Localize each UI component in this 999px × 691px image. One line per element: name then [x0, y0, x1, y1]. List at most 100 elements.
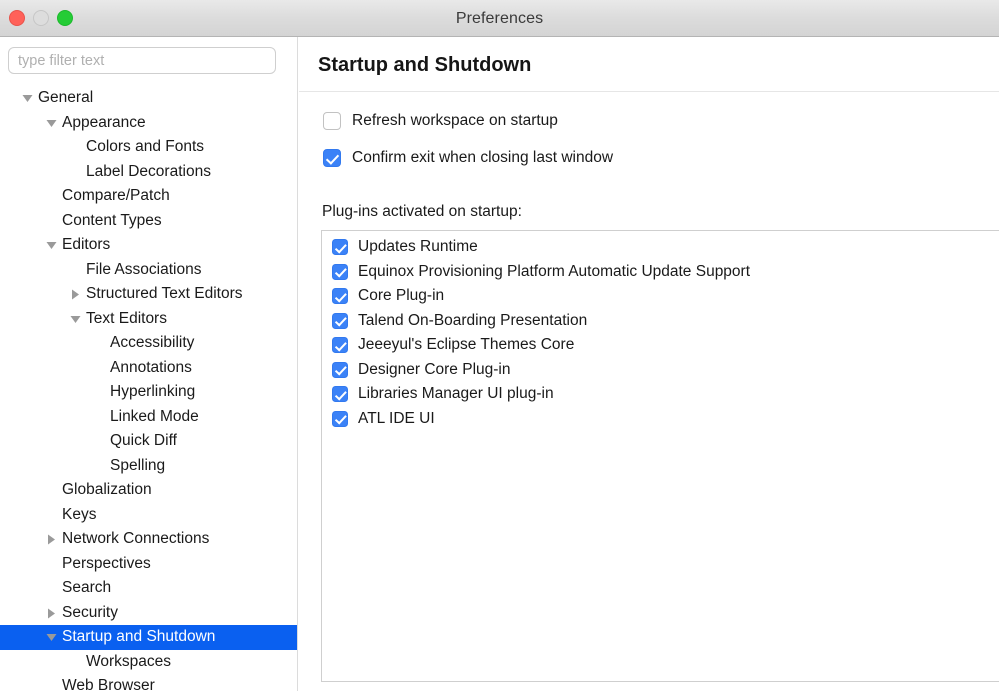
sidebar-item-label: Label Decorations — [86, 162, 211, 180]
sidebar-item-file-associations[interactable]: File Associations — [0, 258, 297, 283]
sidebar-item-general[interactable]: General — [0, 86, 297, 111]
sidebar-item-label: Text Editors — [86, 309, 167, 327]
checkbox-checked-icon[interactable] — [332, 361, 348, 378]
sidebar-item-label: Workspaces — [86, 652, 171, 670]
checkbox-checked-icon[interactable] — [332, 386, 348, 403]
sidebar-item-keys[interactable]: Keys — [0, 503, 297, 528]
sidebar-item-text-editors[interactable]: Text Editors — [0, 307, 297, 332]
chevron-right-icon[interactable] — [46, 534, 57, 545]
sidebar-item-colors-and-fonts[interactable]: Colors and Fonts — [0, 135, 297, 160]
plugin-list-item[interactable]: ATL IDE UI — [322, 407, 999, 432]
sidebar-item-workspaces[interactable]: Workspaces — [0, 650, 297, 675]
plugin-list-item[interactable]: Updates Runtime — [322, 235, 999, 260]
checkbox-checked-icon[interactable] — [332, 263, 348, 280]
plugin-list-item[interactable]: Libraries Manager UI plug-in — [322, 382, 999, 407]
sidebar-item-label: Web Browser — [62, 677, 155, 691]
preferences-sidebar: General Appearance Colors and Fonts Label D… — [0, 37, 298, 691]
chevron-right-icon[interactable] — [70, 289, 81, 300]
preferences-tree: General Appearance Colors and Fonts Label D… — [0, 86, 297, 691]
option-row[interactable]: Confirm exit when closing last window — [323, 145, 999, 171]
plugin-list-item[interactable]: Equinox Provisioning Platform Automatic … — [322, 260, 999, 285]
sidebar-item-label: Quick Diff — [110, 432, 177, 449]
chevron-down-icon[interactable] — [46, 632, 57, 643]
sidebar-item-compare-patch[interactable]: Compare/Patch — [0, 184, 297, 209]
checkbox-checked-icon[interactable] — [332, 410, 348, 427]
window-title: Preferences — [455, 10, 544, 27]
filter-container — [0, 37, 297, 74]
checkbox-checked-icon[interactable] — [332, 337, 348, 354]
sidebar-item-label: File Associations — [86, 260, 202, 278]
chevron-down-icon[interactable] — [22, 93, 33, 104]
sidebar-item-label: Search — [62, 579, 112, 596]
sidebar-item-editors[interactable]: Editors — [0, 233, 297, 258]
sidebar-item-startup-and-shutdown[interactable]: Startup and Shutdown — [0, 625, 297, 650]
sidebar-item-label: Spelling — [110, 456, 166, 474]
sidebar-item-label: Startup and Shutdown — [62, 628, 216, 645]
sidebar-item-network-connections[interactable]: Network Connections — [0, 527, 297, 552]
sidebar-item-label: Keys — [62, 505, 97, 523]
sidebar-item-accessibility[interactable]: Accessibility — [0, 331, 297, 356]
sidebar-item-appearance[interactable]: Appearance — [0, 111, 297, 136]
plugin-label: Equinox Provisioning Platform Automatic … — [358, 262, 751, 280]
plugin-list-item[interactable]: Jeeeyul's Eclipse Themes Core — [322, 333, 999, 358]
preferences-main-panel: Startup and Shutdown Refresh workspace o… — [299, 37, 999, 691]
sidebar-item-label: Globalization — [62, 481, 152, 498]
sidebar-item-label: Annotations — [110, 358, 192, 376]
checkbox-checked-icon[interactable] — [332, 312, 348, 329]
sidebar-item-web-browser[interactable]: Web Browser — [0, 674, 297, 691]
sidebar-item-label: Appearance — [62, 113, 146, 131]
sidebar-item-structured-text-editors[interactable]: Structured Text Editors — [0, 282, 297, 307]
sidebar-item-linked-mode[interactable]: Linked Mode — [0, 405, 297, 430]
sidebar-item-label: Editors — [62, 236, 111, 253]
option-label: Refresh workspace on startup — [352, 112, 558, 129]
plugin-label: Jeeeyul's Eclipse Themes Core — [358, 336, 575, 354]
preferences-window: Preferences General Appearance Colors and … — [0, 0, 999, 691]
chevron-right-icon[interactable] — [46, 608, 57, 619]
plugin-label: Core Plug-in — [358, 287, 445, 305]
sidebar-item-label: Colors and Fonts — [86, 138, 205, 155]
chevron-down-icon[interactable] — [46, 118, 57, 129]
sidebar-item-label: Content Types — [62, 211, 162, 229]
sidebar-item-security[interactable]: Security — [0, 601, 297, 626]
plugin-label: ATL IDE UI — [358, 409, 435, 427]
plugin-label: Updates Runtime — [358, 238, 478, 256]
sidebar-item-label: Structured Text Editors — [86, 285, 243, 302]
plugin-list-item[interactable]: Core Plug-in — [322, 284, 999, 309]
window-titlebar: Preferences — [0, 0, 999, 37]
sidebar-item-search[interactable]: Search — [0, 576, 297, 601]
sidebar-item-label: Perspectives — [62, 554, 151, 572]
page-title: Startup and Shutdown — [318, 54, 532, 76]
chevron-down-icon[interactable] — [70, 314, 81, 325]
sidebar-item-perspectives[interactable]: Perspectives — [0, 552, 297, 577]
plugin-list-item[interactable]: Designer Core Plug-in — [322, 358, 999, 383]
sidebar-item-quick-diff[interactable]: Quick Diff — [0, 429, 297, 454]
checkbox-unchecked-icon[interactable] — [323, 112, 341, 130]
startup-options-group: Refresh workspace on startup Confirm exit… — [299, 92, 999, 171]
sidebar-item-label: Accessibility — [110, 334, 195, 351]
sidebar-item-label: Network Connections — [62, 530, 210, 547]
chevron-down-icon[interactable] — [46, 240, 57, 251]
checkbox-checked-icon[interactable] — [323, 149, 341, 167]
sidebar-item-label: General — [38, 89, 94, 106]
checkbox-checked-icon[interactable] — [332, 239, 348, 256]
sidebar-item-content-types[interactable]: Content Types — [0, 209, 297, 234]
sidebar-item-label: Compare/Patch — [62, 187, 170, 204]
filter-input[interactable] — [8, 47, 276, 74]
sidebar-item-globalization[interactable]: Globalization — [0, 478, 297, 503]
sidebar-item-spelling[interactable]: Spelling — [0, 454, 297, 479]
plugin-label: Designer Core Plug-in — [358, 360, 511, 378]
plugins-section-label: Plug-ins activated on startup: — [322, 203, 522, 220]
sidebar-item-label: Linked Mode — [110, 407, 199, 425]
plugin-label: Talend On-Boarding Presentation — [358, 311, 588, 329]
sidebar-item-annotations[interactable]: Annotations — [0, 356, 297, 381]
sidebar-item-label-decorations[interactable]: Label Decorations — [0, 160, 297, 185]
plugin-list-item[interactable]: Talend On-Boarding Presentation — [322, 309, 999, 334]
sidebar-item-hyperlinking[interactable]: Hyperlinking — [0, 380, 297, 405]
sidebar-item-label: Security — [62, 603, 118, 621]
sidebar-item-label: Hyperlinking — [110, 383, 196, 400]
window-content: General Appearance Colors and Fonts Label D… — [0, 37, 999, 691]
option-row[interactable]: Refresh workspace on startup — [323, 108, 999, 134]
plugins-list[interactable]: Updates Runtime Equinox Provisioning Plat… — [321, 230, 999, 682]
option-label: Confirm exit when closing last window — [352, 149, 614, 166]
checkbox-checked-icon[interactable] — [332, 288, 348, 305]
